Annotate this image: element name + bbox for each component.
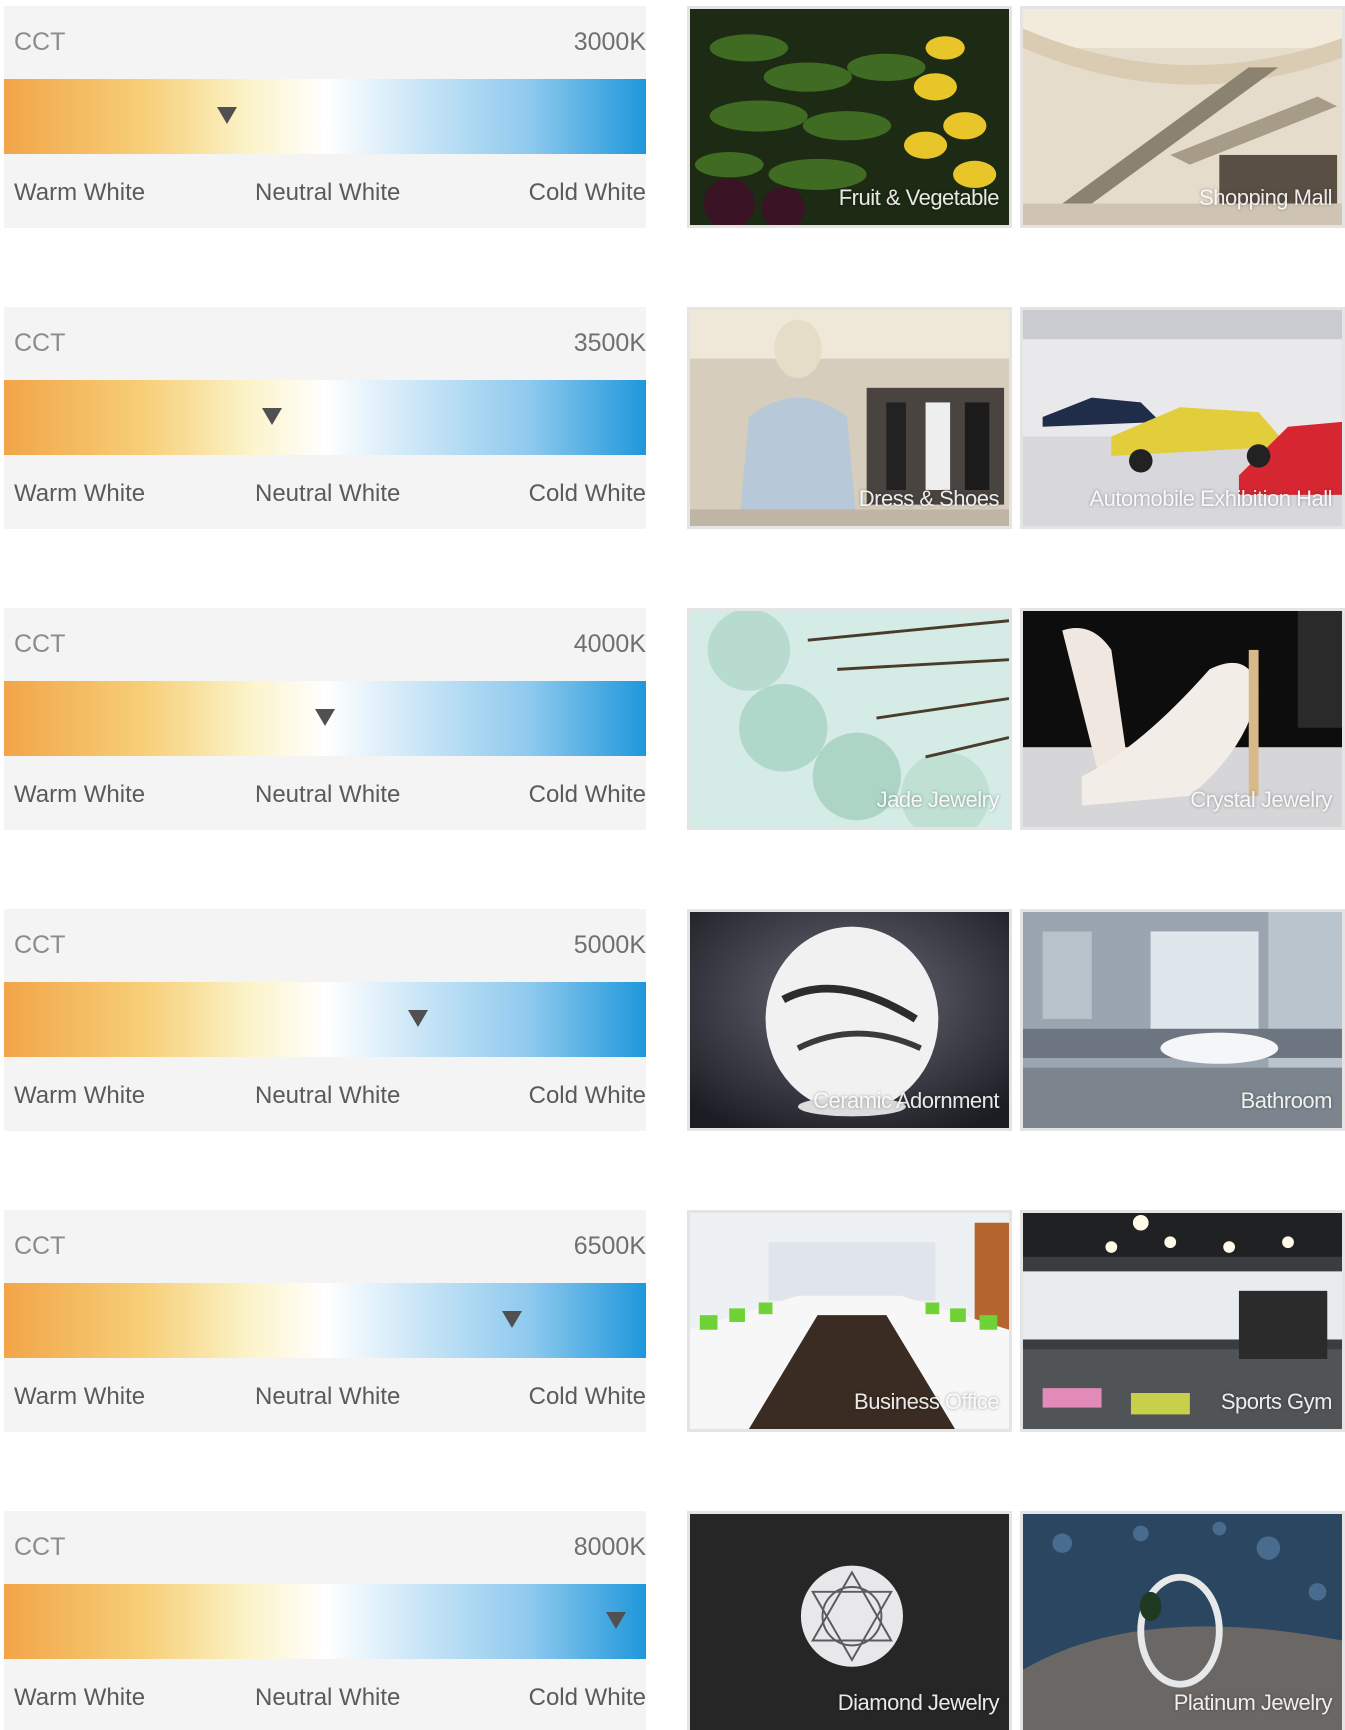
scale-label-cold: Cold White — [528, 781, 646, 808]
photo-caption: Shopping Mall — [1199, 185, 1332, 210]
cct-panel: CCT 5000K Warm White Neutral White Cold … — [4, 909, 646, 1131]
application-photo-bathroom: Bathroom — [1020, 909, 1345, 1131]
scale-label-warm: Warm White — [14, 1383, 146, 1410]
application-photo-vegetables: Fruit & Vegetable — [687, 6, 1012, 228]
application-photo-mall: Shopping Mall — [1020, 6, 1345, 228]
cct-panel: CCT 4000K Warm White Neutral White Cold … — [4, 608, 646, 830]
color-temperature-gradient-bar — [4, 380, 646, 455]
photo-caption: Fruit & Vegetable — [838, 185, 1000, 210]
scale-label-cold: Cold White — [528, 1383, 646, 1410]
application-photo-clothing-store: Dress & Shoes — [687, 307, 1012, 529]
scale-label-cold: Cold White — [528, 179, 646, 206]
cct-value: 8000K — [573, 1533, 646, 1561]
photo-caption: Dress & Shoes — [858, 486, 1000, 511]
scale-label-warm: Warm White — [14, 480, 146, 507]
color-temperature-gradient-bar — [4, 1283, 646, 1358]
cct-row-4000k: CCT 4000K Warm White Neutral White Cold … — [0, 608, 1345, 830]
photo-caption: Crystal Jewelry — [1190, 787, 1332, 812]
cct-marker-triangle-icon — [502, 1311, 523, 1328]
cct-marker-triangle-icon — [408, 1010, 429, 1027]
cct-label: CCT — [14, 28, 66, 56]
cct-marker-triangle-icon — [605, 1612, 626, 1629]
color-temperature-gradient-bar — [4, 1584, 646, 1659]
application-photo-crystal-shoes: Crystal Jewelry — [1020, 608, 1345, 830]
cct-marker-triangle-icon — [262, 408, 283, 425]
cct-panel: CCT 8000K Warm White Neutral White Cold … — [4, 1511, 646, 1730]
scale-label-neutral: Neutral White — [255, 1082, 401, 1109]
application-photo-jade: Jade Jewelry — [687, 608, 1012, 830]
scale-label-neutral: Neutral White — [255, 1383, 401, 1410]
photo-caption: Ceramic Adornment — [813, 1088, 999, 1113]
scale-label-warm: Warm White — [14, 781, 146, 808]
scale-label-cold: Cold White — [528, 1082, 646, 1109]
cct-label: CCT — [14, 1533, 66, 1561]
cct-value: 3000K — [573, 28, 646, 56]
scale-label-warm: Warm White — [14, 179, 146, 206]
color-temperature-gradient-bar — [4, 79, 646, 154]
cct-row-5000k: CCT 5000K Warm White Neutral White Cold … — [0, 909, 1345, 1131]
photo-caption: Bathroom — [1240, 1088, 1333, 1113]
photo-caption: Business Office — [854, 1389, 999, 1414]
cct-row-6500k: CCT 6500K Warm White Neutral White Cold … — [0, 1210, 1345, 1432]
scale-label-neutral: Neutral White — [255, 781, 401, 808]
scale-label-neutral: Neutral White — [255, 179, 401, 206]
scale-label-cold: Cold White — [528, 1684, 646, 1711]
scale-label-warm: Warm White — [14, 1684, 146, 1711]
photo-caption: Automobile Exhibition Hall — [1089, 486, 1332, 511]
photo-caption: Jade Jewelry — [876, 787, 1000, 812]
application-photo-car-showroom: Automobile Exhibition Hall — [1020, 307, 1345, 529]
scale-label-neutral: Neutral White — [255, 1684, 401, 1711]
cct-row-3000k: CCT 3000K Warm White Neutral White Cold … — [0, 6, 1345, 228]
cct-value: 4000K — [573, 630, 646, 658]
cct-label: CCT — [14, 630, 66, 658]
photo-caption: Diamond Jewelry — [837, 1690, 1000, 1715]
cct-panel: CCT 3000K Warm White Neutral White Cold … — [4, 6, 646, 228]
photo-caption: Platinum Jewelry — [1173, 1690, 1333, 1715]
cct-row-3500k: CCT 3500K Warm White Neutral White Cold … — [0, 307, 1345, 529]
cct-label: CCT — [14, 931, 66, 959]
cct-row-8000k: CCT 8000K Warm White Neutral White Cold … — [0, 1511, 1345, 1730]
photo-caption: Sports Gym — [1220, 1389, 1333, 1414]
cct-panel: CCT 6500K Warm White Neutral White Cold … — [4, 1210, 646, 1432]
cct-label: CCT — [14, 329, 66, 357]
application-photo-office: Business Office — [687, 1210, 1012, 1432]
application-photo-platinum-ring: Platinum Jewelry — [1020, 1511, 1345, 1730]
cct-marker-triangle-icon — [217, 107, 238, 124]
scale-label-warm: Warm White — [14, 1082, 146, 1109]
cct-marker-triangle-icon — [315, 709, 335, 726]
cct-value: 3500K — [573, 329, 646, 357]
application-photo-gym: Sports Gym — [1020, 1210, 1345, 1432]
scale-label-cold: Cold White — [528, 480, 646, 507]
color-temperature-gradient-bar — [4, 982, 646, 1057]
application-photo-diamond: Diamond Jewelry — [687, 1511, 1012, 1730]
cct-value: 6500K — [573, 1232, 646, 1260]
application-photo-ceramic: Ceramic Adornment — [687, 909, 1012, 1131]
scale-label-neutral: Neutral White — [255, 480, 401, 507]
cct-panel: CCT 3500K Warm White Neutral White Cold … — [4, 307, 646, 529]
cct-value: 5000K — [573, 931, 646, 959]
cct-label: CCT — [14, 1232, 66, 1260]
